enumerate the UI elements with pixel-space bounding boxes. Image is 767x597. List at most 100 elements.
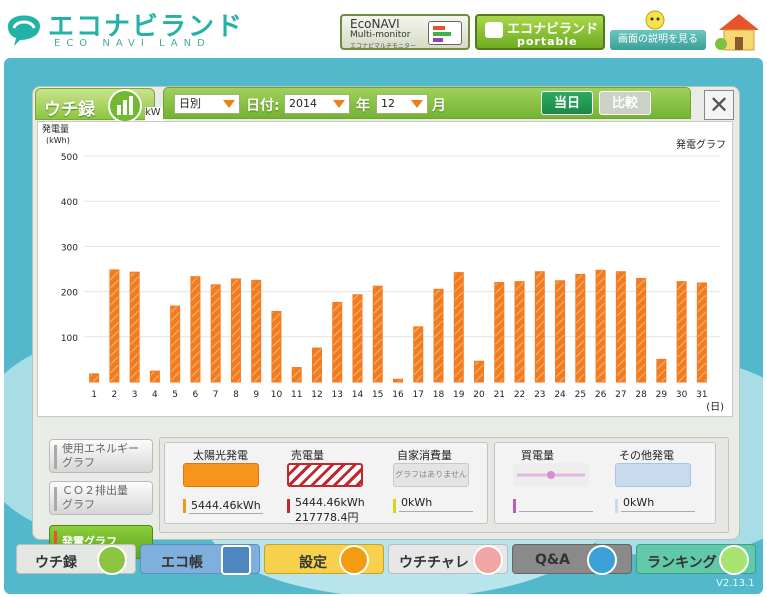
econavi-subtitle: Multi-monitor xyxy=(350,30,411,40)
month-select[interactable]: 12 xyxy=(376,94,428,114)
today-button[interactable]: 当日 xyxy=(541,91,593,115)
x-tick-label: 1 xyxy=(91,390,97,400)
year-select[interactable]: 2014 xyxy=(284,94,350,114)
chart-xlabel: (日) xyxy=(706,402,724,413)
chart-bar xyxy=(271,310,282,383)
crown-icon xyxy=(719,545,749,575)
chart-bar xyxy=(696,282,707,383)
nav-uchichare[interactable]: ウチチャレ xyxy=(388,544,508,575)
app-header: エコナビランド ECO NAVI LAND EcoNAVI Multi-moni… xyxy=(0,0,767,58)
period-mode-value: 日別 xyxy=(179,97,201,110)
self-consumption-no-graph: グラフはありません xyxy=(393,463,469,487)
kw-tab[interactable]: kW xyxy=(145,107,165,121)
chart-bar xyxy=(311,347,322,383)
chart-bar xyxy=(393,378,403,383)
question-icon xyxy=(587,545,617,575)
tab-uchiroku[interactable]: ウチ録 xyxy=(35,88,155,123)
buy-swatch xyxy=(513,463,589,487)
chart-bar xyxy=(474,360,485,383)
chart-bar xyxy=(210,284,221,383)
summary-panel: 太陽光発電 5444.46kWh 売電量 5444.46kWh 217778.4… xyxy=(159,437,729,533)
chart-bar xyxy=(636,277,647,383)
x-tick-label: 23 xyxy=(534,390,545,400)
x-tick-label: 3 xyxy=(132,390,138,400)
econavi-multimonitor-button[interactable]: EcoNAVI Multi-monitor エコナビマルチモニター xyxy=(340,14,470,50)
chevron-down-icon xyxy=(411,100,423,108)
nav-settings[interactable]: 設定 xyxy=(264,544,384,575)
x-tick-label: 29 xyxy=(656,390,668,400)
period-mode-select[interactable]: 日別 xyxy=(174,94,240,114)
chart-bar xyxy=(291,367,302,383)
x-tick-label: 17 xyxy=(413,390,424,400)
chart-bar xyxy=(514,281,525,383)
close-icon[interactable]: ✕ xyxy=(704,90,734,120)
chart-bar xyxy=(676,281,687,383)
compare-button[interactable]: 比較 xyxy=(599,91,651,115)
chart-ylabel: 発電量 xyxy=(42,123,69,135)
chart-svg: 1002003004005001 2 3 4 5 6 7 8 9 10 11 12 13 14 15 16 17… xyxy=(42,123,726,413)
chart-bar xyxy=(332,301,343,383)
chart-bar xyxy=(453,272,464,383)
x-tick-label: 19 xyxy=(453,390,465,400)
version-label: V2.13.1 xyxy=(716,578,755,589)
indicator-bar xyxy=(54,487,57,511)
usage-energy-graph-button[interactable]: 使用エネルギー グラフ xyxy=(49,439,153,473)
x-tick-label: 2 xyxy=(112,390,118,400)
chevron-down-icon xyxy=(223,100,235,108)
x-tick-label: 18 xyxy=(433,390,445,400)
chart-bar xyxy=(372,285,383,383)
econaviland-portable-button[interactable]: エコナビランド portable xyxy=(475,14,605,50)
solar-title: 太陽光発電 xyxy=(193,449,248,462)
x-tick-label: 4 xyxy=(152,390,158,400)
x-tick-label: 11 xyxy=(291,390,302,400)
divider xyxy=(519,511,593,512)
x-tick-label: 21 xyxy=(494,390,505,400)
chart-bar xyxy=(534,271,545,383)
x-tick-label: 9 xyxy=(253,390,259,400)
chart-bar xyxy=(575,273,586,383)
month-value: 12 xyxy=(381,97,395,110)
nav-qa[interactable]: Q&A xyxy=(512,544,632,575)
x-tick-label: 16 xyxy=(392,390,404,400)
chart-ylabel-unit: (kWh) xyxy=(46,136,70,145)
sell-value: 5444.46kWh xyxy=(295,496,365,509)
self-marker xyxy=(393,499,396,513)
y-tick-label: 200 xyxy=(61,289,78,299)
power-generation-chart: 100 200 300 400 500 1 2 3 4 5 6 7 8 9 10 11 12 13 14 15 16 17… xyxy=(37,121,733,417)
y-tick-label: 100 xyxy=(61,334,78,344)
sell-swatch xyxy=(287,463,363,487)
y-tick-label: 300 xyxy=(61,243,78,253)
chart-bar xyxy=(129,271,140,383)
year-unit-label: 年 xyxy=(356,98,370,114)
bar-chart-icon xyxy=(108,89,142,123)
nav-settings-label: 設定 xyxy=(299,555,327,571)
help-button[interactable]: 画面の説明を見る xyxy=(610,30,706,50)
x-tick-label: 7 xyxy=(213,390,219,400)
nav-ranking[interactable]: ランキング xyxy=(636,544,756,575)
divider xyxy=(399,511,473,512)
summary-box-other: 買電量 その他発電 0kWh xyxy=(494,442,716,524)
x-tick-label: 14 xyxy=(352,390,364,400)
sell-title: 売電量 xyxy=(291,449,324,462)
nav-uchichare-label: ウチチャレ xyxy=(399,555,469,571)
co2-graph-button[interactable]: ＣＯ２排出量 グラフ xyxy=(49,481,153,515)
buy-marker xyxy=(513,499,516,513)
x-tick-label: 15 xyxy=(372,390,383,400)
home-icon[interactable] xyxy=(713,10,763,52)
chart-bar xyxy=(149,370,160,383)
nav-ecocho[interactable]: エコ帳 xyxy=(140,544,260,575)
nav-uchiroku[interactable]: ウチ録 xyxy=(16,544,136,575)
x-tick-label: 24 xyxy=(554,390,566,400)
chart-bar xyxy=(656,358,667,383)
x-tick-label: 13 xyxy=(331,390,342,400)
main-panel: ウチ録 kW 日別 日付: 2014 年 12 月 当日 比較 ✕ 100 20… xyxy=(4,58,763,594)
y-tick-label: 400 xyxy=(61,198,78,208)
logo-icon xyxy=(8,15,40,46)
x-tick-label: 27 xyxy=(615,390,626,400)
nav-ranking-label: ランキング xyxy=(647,555,717,571)
summary-box-generation: 太陽光発電 5444.46kWh 売電量 5444.46kWh 217778.4… xyxy=(164,442,488,524)
chart-bar xyxy=(89,373,100,383)
monitor-icon xyxy=(428,21,462,45)
uchiroku-window: ウチ録 kW 日別 日付: 2014 年 12 月 当日 比較 ✕ 100 20… xyxy=(32,86,740,559)
x-tick-label: 28 xyxy=(635,390,647,400)
